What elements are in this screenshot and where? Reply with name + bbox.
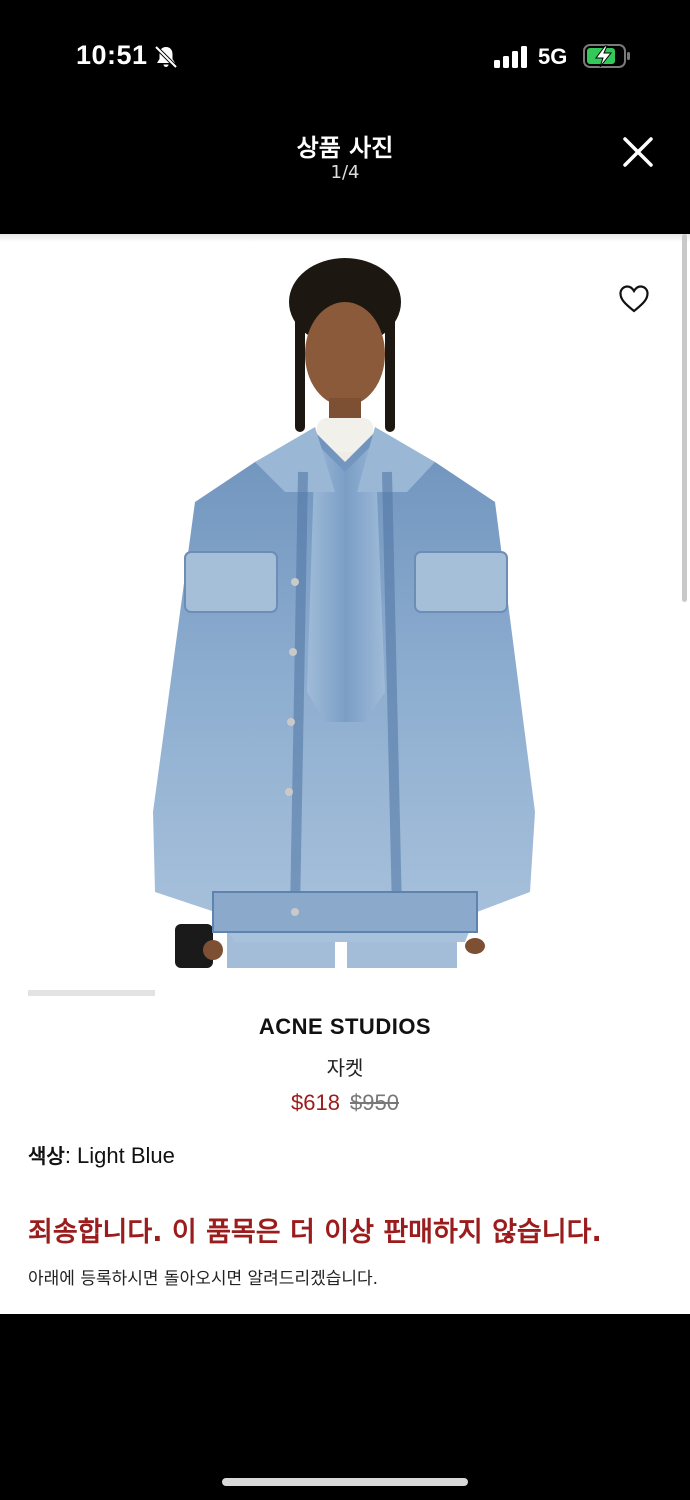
- price-row: $618 $950: [0, 1090, 690, 1116]
- color-value: : Light Blue: [64, 1143, 175, 1168]
- divider: [0, 234, 690, 242]
- page-title: 상품 사진: [296, 134, 394, 162]
- image-counter: 1/4: [330, 162, 360, 183]
- heart-icon[interactable]: [618, 284, 650, 314]
- product-brand[interactable]: ACNE STUDIOS: [0, 1014, 690, 1040]
- notify-text: 아래에 등록하시면 돌아오시면 알려드리겠습니다.: [28, 1269, 379, 1289]
- product-name: 자켓: [326, 1056, 364, 1080]
- original-price: $950: [350, 1090, 399, 1115]
- discontinued-message: 죄송합니다. 이 품목은 더 이상 판매하지 않습니다.: [28, 1217, 602, 1248]
- color-label: 색상: [28, 1144, 65, 1168]
- status-time: 10:51: [76, 40, 148, 70]
- color-info: 색상: Light Blue: [28, 1140, 175, 1169]
- scrollbar[interactable]: [682, 234, 687, 602]
- bell-slash-icon: [154, 45, 178, 69]
- photo-viewer-header: 상품 사진 1/4: [0, 110, 690, 234]
- battery-charging-icon: [583, 44, 630, 68]
- product-detail: ACNE STUDIOS 자켓 $618 $950 색상: Light Blue …: [0, 234, 690, 1314]
- network-type: 5G: [538, 44, 568, 69]
- image-progress-indicator: [28, 990, 155, 996]
- product-image[interactable]: [135, 252, 555, 968]
- sale-price: $618: [291, 1090, 340, 1115]
- status-bar: 10:51 5G: [0, 0, 690, 110]
- signal-icon: [494, 46, 527, 68]
- home-indicator[interactable]: [222, 1478, 468, 1486]
- close-icon[interactable]: [616, 130, 660, 174]
